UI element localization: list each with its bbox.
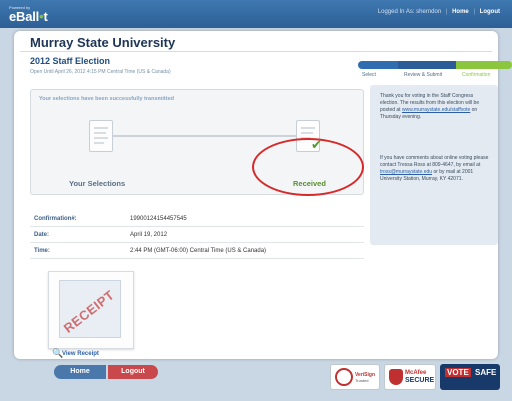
doc-line [301, 127, 315, 129]
table-row: Date: April 19, 2012 [30, 227, 364, 243]
thank-you-paragraph: Thank you for voting in the Staff Congre… [380, 93, 492, 121]
votesafe-title: VOTE SAFE [445, 368, 498, 377]
logout-button[interactable]: Logout [108, 365, 158, 379]
powered-by-text: Powered by [9, 5, 31, 10]
doc-line [94, 137, 108, 139]
doc-line [94, 132, 106, 134]
confirmation-number: 19900124154457545 [130, 216, 187, 222]
separator: | [445, 9, 448, 15]
main-panel: Murray State University 2012 Staff Elect… [14, 31, 512, 379]
transmission-message: Your selections have been successfully t… [39, 96, 175, 102]
mcafee-title: McAfee [405, 370, 427, 376]
election-title: 2012 Staff Election [30, 56, 111, 66]
mcafee-badge[interactable]: McAfee SECURE [384, 364, 436, 390]
logo-part-1: eBall [9, 9, 40, 24]
step-label-review: Review & Submit [404, 72, 443, 78]
step-bar-review [398, 61, 456, 69]
step-label-confirmation: Confirmation [462, 72, 491, 78]
separator: | [473, 9, 475, 15]
logged-in-label: Logged In As: sherndon [377, 9, 442, 15]
confirmation-table: Confirmation#: 19900124154457545 Date: A… [30, 211, 364, 259]
contact-paragraph: If you have comments about online voting… [380, 155, 492, 183]
brand-logo[interactable]: Powered by eBall•t [9, 5, 48, 24]
top-bar: Powered by eBall•t Logged In As: sherndo… [0, 0, 512, 28]
doc-line [94, 127, 108, 129]
confirmation-label: Confirmation#: [34, 216, 77, 222]
info-sidebar: Thank you for voting in the Staff Congre… [370, 85, 498, 245]
organization-title: Murray State University [30, 35, 176, 50]
user-bar: Logged In As: sherndon | Home | Logout [378, 9, 500, 15]
step-bar-select [358, 61, 398, 69]
step-bar-confirmation [456, 61, 512, 69]
email-link[interactable]: tross@murraystate.edu [380, 169, 432, 175]
table-row: Time: 2:44 PM (GMT-06:00) Central Time (… [30, 243, 364, 259]
divider [20, 51, 492, 52]
votesafe-word-1: VOTE [445, 368, 471, 377]
magnifier-icon: 🔍 [52, 348, 64, 358]
votesafe-word-2: SAFE [475, 368, 497, 377]
your-selections-label: Your Selections [69, 179, 126, 188]
mcafee-shield-icon [389, 369, 403, 385]
highlight-ring [252, 138, 364, 196]
verisign-badge[interactable]: VeriSign Trusted [330, 364, 380, 390]
progress-track [101, 135, 301, 137]
verisign-subtitle: Trusted [355, 378, 369, 383]
date-label: Date: [34, 232, 50, 238]
doc-line [301, 132, 313, 134]
verisign-seal-icon [335, 368, 353, 386]
logo-text: eBall•t [9, 9, 48, 24]
time-label: Time: [34, 248, 50, 254]
step-progress: Select Review & Submit Confirmation [358, 59, 512, 81]
contact-text: If you have comments about online voting… [380, 155, 489, 168]
home-button[interactable]: Home [54, 365, 106, 379]
date-value: April 19, 2012 [130, 232, 168, 238]
logo-part-2: t [43, 9, 48, 24]
votesafe-badge[interactable]: VOTE SAFE [440, 364, 500, 390]
selections-document-icon [89, 120, 113, 152]
receipt-thumbnail[interactable]: RECEIPT [48, 271, 134, 349]
election-subtitle: Open Until April 26, 2012 4:15 PM Centra… [30, 69, 171, 75]
home-link[interactable]: Home [452, 9, 469, 15]
time-value: 2:44 PM (GMT-06:00) Central Time (US & C… [130, 248, 267, 254]
logout-link[interactable]: Logout [480, 9, 500, 15]
table-row: Confirmation#: 19900124154457545 [30, 211, 364, 227]
step-label-select: Select [362, 72, 376, 78]
results-link[interactable]: www.murraystate.edu/staffvote [402, 107, 470, 113]
mcafee-subtitle: SECURE [405, 377, 435, 384]
view-receipt-link[interactable]: View Receipt [62, 351, 99, 357]
doc-line [94, 142, 104, 144]
